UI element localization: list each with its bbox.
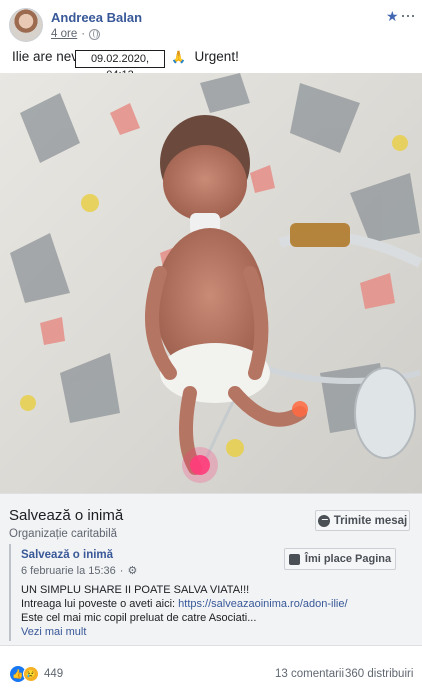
premature-baby-photo (0, 73, 422, 493)
more-options-icon[interactable]: ··· (400, 5, 416, 26)
page-link-card: Salvează o inimă Organizație caritabilă … (0, 493, 422, 646)
send-message-label: Trimite mesaj (333, 514, 408, 527)
like-page-button[interactable]: Îmi place Pagina (284, 548, 396, 570)
star-icon[interactable]: ★ (386, 8, 399, 25)
post-text-end: Urgent! (194, 49, 239, 64)
timestamp-tooltip: 09.02.2020, 04:13 (75, 50, 165, 81)
shared-text-line-3: Este cel mai mic copil preluat de catre … (21, 612, 257, 624)
globe-icon[interactable] (89, 28, 101, 40)
messenger-icon (317, 514, 330, 527)
facebook-post: Andreea Balan 4 ore · ★ ··· Ilie are nev… (0, 0, 422, 700)
see-more-link[interactable]: Vezi mai mult (21, 626, 86, 638)
send-message-button[interactable]: Trimite mesaj (315, 510, 410, 531)
shared-page-name[interactable]: Salvează o inimă (21, 549, 113, 561)
sad-reaction-icon[interactable]: 😢 (23, 666, 39, 682)
folded-hands-icon: 🙏 (171, 50, 186, 64)
post-footer: 👍 😢 449 13 comentarii 360 distribuiri (0, 660, 422, 690)
share-count[interactable]: 360 distribuiri (345, 668, 413, 680)
post-meta: 4 ore · (51, 28, 101, 40)
shared-text-line-2: Intreaga lui poveste o aveti aici: https… (21, 598, 348, 610)
thumbs-up-icon (288, 553, 300, 565)
post-photo[interactable] (0, 73, 422, 493)
post-header: Andreea Balan 4 ore · ★ ··· (0, 0, 422, 46)
author-avatar[interactable] (9, 8, 43, 42)
page-category: Organizație caritabilă (9, 528, 118, 540)
post-time-link[interactable]: 4 ore (51, 28, 77, 40)
comment-count[interactable]: 13 comentarii (275, 668, 344, 680)
like-page-label: Îmi place Pagina (304, 553, 392, 565)
page-name[interactable]: Salvează o inimă (9, 507, 123, 524)
author-name[interactable]: Andreea Balan (51, 10, 142, 25)
shared-post-date[interactable]: 6 februarie la 15:36 (21, 565, 116, 577)
shared-post-meta: 6 februarie la 15:36 · ⚙ (21, 564, 138, 578)
reaction-count[interactable]: 449 (44, 668, 63, 680)
shared-text-line-1: UN SIMPLU SHARE II POATE SALVA VIATA!!! (21, 584, 250, 596)
shared-text-line-2-text: Intreaga lui poveste o aveti aici: (21, 598, 179, 610)
gear-icon[interactable]: ⚙ (127, 564, 137, 577)
shared-link[interactable]: https://salveazaoinima.ro/adon-ilie/ (178, 598, 347, 610)
shared-post: Salvează o inimă 6 februarie la 15:36 · … (9, 544, 413, 641)
